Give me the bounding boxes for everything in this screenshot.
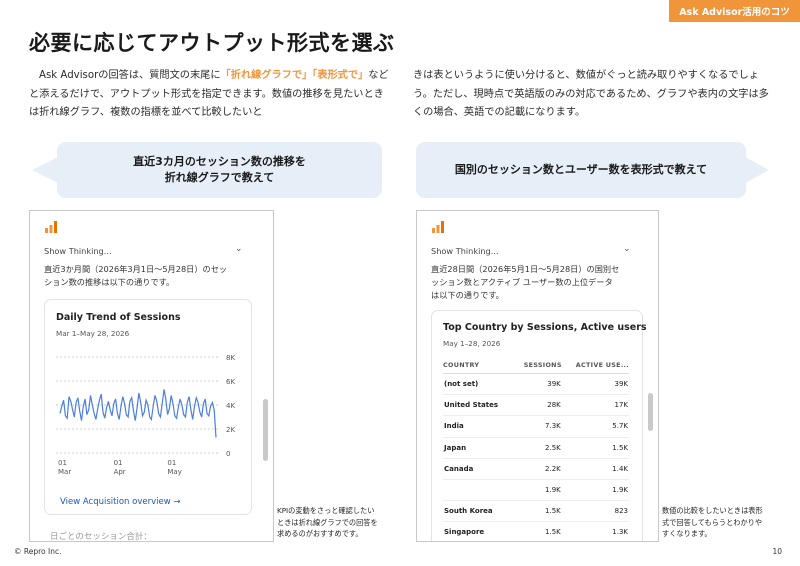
show-thinking-toggle[interactable]: Show Thinking... — [431, 246, 499, 256]
active-users-cell: 1.4K — [561, 458, 629, 480]
bubble-pointer-left — [32, 157, 58, 183]
table-row: (not set) 39K 39K — [443, 373, 629, 396]
active-users-cell: 823 — [561, 500, 629, 523]
x-tick-label: 01 — [114, 459, 123, 467]
page-number: 10 — [772, 547, 782, 556]
series-line — [59, 389, 217, 438]
column-header[interactable]: SESSIONS — [513, 361, 562, 374]
sessions-cell: 2.5K — [513, 437, 562, 459]
x-tick-label: Mar — [58, 468, 71, 476]
desc-line: 直近28日間（2026年5月1日〜5月28日）の国別セ — [431, 264, 620, 274]
country-cell: India — [443, 415, 514, 438]
x-tick-label: 01 — [58, 459, 67, 467]
cutoff-text: 日ごとのセッション合計： — [50, 532, 152, 542]
y-tick-label: 8K — [226, 354, 235, 362]
sessions-line-chart: 8K6K4K2K001Mar01Apr01May — [56, 354, 235, 476]
chart-subtitle: Mar 1–May 28, 2026 — [56, 329, 130, 338]
desc-line: 直近3か月間（2026年3月1日〜5月28日）のセッ — [44, 264, 228, 274]
note-line: 式で回答してもらうとわかりや — [662, 517, 763, 527]
x-tick-label: Apr — [114, 468, 126, 476]
country-cell: (not set) — [443, 373, 514, 396]
country-cell — [443, 479, 514, 502]
active-users-cell: 1.3K — [561, 521, 629, 541]
column-header[interactable]: COUNTRY — [443, 361, 514, 374]
note-line: 数値の比較をしたいときは表形 — [662, 506, 763, 515]
y-tick-label: 6K — [226, 378, 235, 386]
view-acquisition-link[interactable]: View Acquisition overview → — [60, 497, 181, 507]
note-line: KPIの変動をさっと確認したい — [277, 506, 375, 515]
country-cell: Japan — [443, 437, 514, 459]
table-subtitle: May 1–28, 2026 — [443, 339, 501, 348]
country-cell: South Korea — [443, 500, 514, 523]
show-thinking-toggle[interactable]: Show Thinking... — [44, 246, 112, 256]
note-line: 求めるのがおすすめです。 — [277, 529, 363, 538]
prompt-bubble-left: 直近3カ月のセッション数の推移を 折れ線グラフで教えて — [57, 142, 382, 198]
country-cell: United States — [443, 394, 514, 417]
section-tag: Ask Advisor活用のコツ — [669, 0, 800, 22]
desc-line: は以下の通りです。 — [431, 290, 504, 300]
right-screenshot-panel: Show Thinking... ⌄ 直近28日間（2026年5月1日〜5月28… — [416, 210, 659, 542]
y-tick-label: 2K — [226, 426, 235, 434]
chevron-down-icon[interactable]: ⌄ — [623, 244, 631, 254]
bubble-pointer-right — [745, 157, 769, 183]
arrow-right-icon: → — [173, 497, 181, 507]
table-title: Top Country by Sessions, Active users — [443, 322, 647, 333]
prompt-bubble-right: 国別のセッション数とユーザー数を表形式で教えて — [416, 142, 746, 198]
left-screenshot-panel: Show Thinking... ⌄ 直近3か月間（2026年3月1日〜5月28… — [29, 210, 274, 542]
note-line: ときは折れ線グラフでの回答を — [277, 517, 378, 527]
x-tick-label: 01 — [167, 459, 176, 467]
scrollbar[interactable] — [648, 393, 653, 431]
active-users-cell: 17K — [561, 394, 629, 417]
table-row: United States 28K 17K — [443, 394, 629, 417]
sessions-cell: 28K — [513, 394, 562, 417]
highlight-table: 「表形式で」 — [312, 70, 369, 81]
bubble-line: 直近3カ月のセッション数の推移を — [133, 155, 306, 168]
sessions-cell: 1.9K — [513, 479, 562, 502]
note-right: 数値の比較をしたいときは表形 式で回答してもらうとわかりや すくなります。 — [662, 505, 763, 540]
bubble-line: 折れ線グラフで教えて — [164, 171, 275, 184]
note-left: KPIの変動をさっと確認したい ときは折れ線グラフでの回答を 求めるのがおすすめ… — [277, 505, 378, 540]
answer-description: 直近3か月間（2026年3月1日〜5月28日）のセッ ション数の推移は以下の通り… — [44, 263, 227, 289]
country-cell: Singapore — [443, 521, 514, 541]
analytics-logo-icon — [45, 221, 57, 233]
intro-right: きは表というように使い分けると、数値がぐっと読み取りやすくなるでしょう。ただし、… — [413, 70, 769, 118]
analytics-logo-icon — [432, 221, 444, 233]
note-line: すくなります。 — [662, 529, 712, 538]
link-text: View Acquisition overview — [60, 497, 171, 507]
y-tick-label: 0 — [226, 450, 230, 458]
sessions-cell: 39K — [513, 373, 562, 396]
active-users-cell: 1.9K — [561, 479, 629, 502]
table-row: Canada 2.2K 1.4K — [443, 458, 629, 480]
highlight-line-graph: 「折れ線グラフで」 — [220, 70, 313, 81]
table-row: 1.9K 1.9K — [443, 479, 629, 502]
active-users-cell: 5.7K — [561, 415, 629, 438]
chart-title: Daily Trend of Sessions — [56, 312, 181, 323]
table-row: Japan 2.5K 1.5K — [443, 437, 629, 459]
country-table: COUNTRY SESSIONS ACTIVE USE... (not set)… — [443, 361, 629, 541]
y-tick-label: 4K — [226, 402, 235, 410]
table-row: South Korea 1.5K 823 — [443, 500, 629, 523]
desc-line: ション数の推移は以下の通りです。 — [44, 277, 175, 287]
x-tick-label: May — [167, 468, 181, 476]
intro-text: Ask Advisorの回答は、質問文の末尾に — [39, 70, 221, 81]
sessions-cell: 1.5K — [513, 500, 562, 523]
intro-left: Ask Advisorの回答は、質問文の末尾に「折れ線グラフで」「表形式で」など… — [29, 67, 389, 123]
table-row: India 7.3K 5.7K — [443, 415, 629, 438]
page-title: 必要に応じてアウトプット形式を選ぶ — [29, 31, 395, 55]
sessions-cell: 1.5K — [513, 521, 562, 541]
answer-description: 直近28日間（2026年5月1日〜5月28日）の国別セ ッション数とアクティブ … — [431, 263, 619, 302]
sessions-cell: 7.3K — [513, 415, 562, 438]
column-header[interactable]: ACTIVE USE... — [561, 361, 629, 374]
desc-line: ッション数とアクティブ ユーザー数の上位データ — [431, 277, 613, 287]
active-users-cell: 1.5K — [561, 437, 629, 459]
chevron-down-icon[interactable]: ⌄ — [235, 244, 243, 254]
scrollbar[interactable] — [263, 399, 268, 461]
copyright: © Repro Inc. — [14, 547, 62, 556]
sessions-cell: 2.2K — [513, 458, 562, 480]
country-cell: Canada — [443, 458, 514, 480]
table-row: Singapore 1.5K 1.3K — [443, 521, 629, 541]
active-users-cell: 39K — [561, 373, 629, 396]
